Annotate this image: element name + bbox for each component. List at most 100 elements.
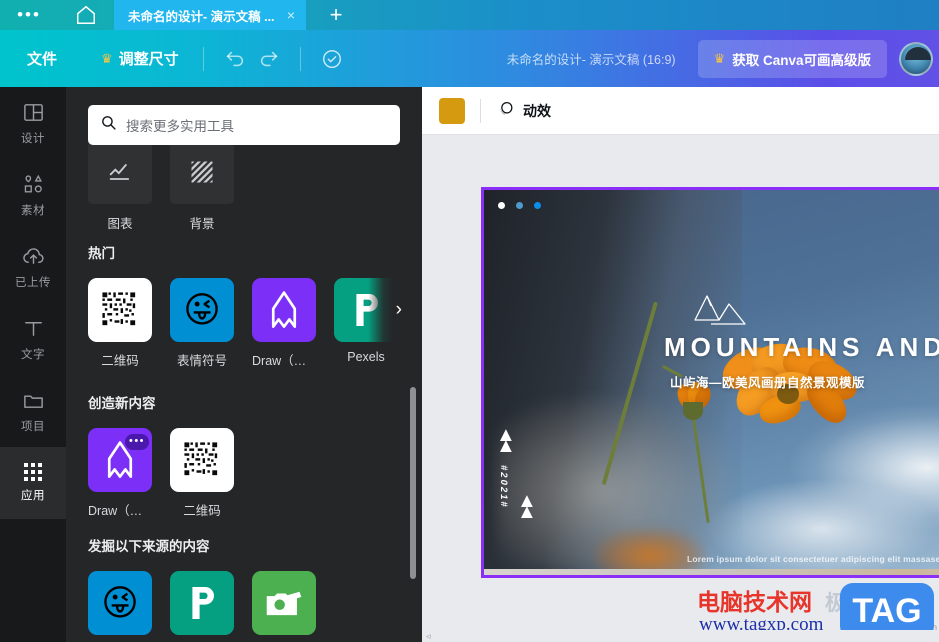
- resize-button[interactable]: ♛ 调整尺寸: [91, 42, 189, 75]
- slide-canvas[interactable]: MOUNTAINS AND 山屿海—欧美风画册自然景观模版 Lorem ipsu…: [481, 187, 939, 578]
- chevron-up-icon: ▲ ▲: [517, 490, 537, 523]
- mountain-icon: [689, 290, 751, 330]
- browser-menu-dots-icon[interactable]: •••: [0, 0, 58, 30]
- search-container: 搜索更多实用工具: [88, 105, 400, 145]
- app-tile-label: 表情符号: [176, 354, 227, 368]
- sidebar-item-label: 已上传: [15, 276, 51, 289]
- file-menu-button[interactable]: 文件: [17, 42, 67, 75]
- section-title: 发掘以下来源的内容: [88, 539, 210, 554]
- app-tile-label: 二维码: [183, 504, 221, 518]
- sidebar-item-design[interactable]: 设计: [0, 87, 66, 159]
- scroll-left-arrow-icon[interactable]: ◃: [426, 631, 431, 642]
- apps-panel: 图表 背景 搜索更多实用工具 热门 二维码 😜 表情符号 Draw（测 Pexe…: [66, 87, 422, 642]
- browser-tab-strip: ••• 未命名的设计- 演示文稿 ... × +: [0, 0, 939, 30]
- tool-tile-background[interactable]: 背景: [170, 140, 234, 232]
- draw-pencil-icon: [252, 278, 316, 342]
- file-menu-label: 文件: [27, 51, 58, 68]
- app-tile-qrcode[interactable]: 二维码: [88, 278, 152, 369]
- emoji-wink-tongue-icon: 😜: [88, 571, 152, 635]
- sidebar-item-uploads[interactable]: 已上传: [0, 231, 66, 303]
- app-tile-draw[interactable]: Draw（测试...: [252, 278, 316, 369]
- avatar[interactable]: [899, 41, 933, 76]
- search-input[interactable]: 搜索更多实用工具: [88, 105, 400, 145]
- app-tile-label: Draw（测...: [88, 504, 152, 518]
- section-title: 热门: [88, 246, 115, 261]
- animate-rings-icon: [496, 99, 516, 122]
- app-tile-label: Draw（测试...: [252, 354, 316, 368]
- panel-cut-tiles-row: 图表 背景: [88, 140, 234, 232]
- animate-button[interactable]: 动效: [496, 99, 551, 122]
- section-popular: 热门 二维码 😜 表情符号 Draw（测 Pexels ›: [88, 242, 402, 369]
- close-icon[interactable]: ×: [284, 7, 298, 23]
- resize-label: 调整尺寸: [118, 51, 179, 68]
- new-tab-button[interactable]: +: [306, 0, 366, 30]
- tool-tile-label: 背景: [189, 217, 215, 231]
- camera-photo-icon: [252, 571, 316, 635]
- sidebar-item-apps[interactable]: 应用: [0, 447, 66, 519]
- app-tile-draw-new[interactable]: ••• Draw（测...: [88, 428, 152, 519]
- grid-apps-icon: [24, 463, 42, 481]
- undo-icon[interactable]: [218, 42, 252, 76]
- carousel-next-button[interactable]: ›: [368, 278, 402, 342]
- qr-code-icon: [170, 428, 234, 492]
- section-create-new-apps: ••• Draw（测... 二维码: [88, 428, 234, 519]
- app-tile-emoji[interactable]: 😜 表情符号: [170, 278, 234, 369]
- canvas-toolbar: 动效: [422, 87, 939, 135]
- document-name[interactable]: 未命名的设计- 演示文稿 (16:9): [507, 49, 676, 68]
- emoji-wink-tongue-icon: 😜: [170, 278, 234, 342]
- crown-icon: ♛: [101, 50, 113, 66]
- app-tile-pixabay-source[interactable]: Pixabay: [252, 571, 316, 642]
- redo-icon[interactable]: [252, 42, 286, 76]
- upgrade-pro-label: 获取 Canva可画高级版: [732, 52, 871, 68]
- sidebar-item-label: 设计: [21, 132, 45, 145]
- draw-pencil-icon: •••: [88, 428, 152, 492]
- upgrade-pro-button[interactable]: ♛ 获取 Canva可画高级版: [697, 39, 887, 78]
- slide-year-tag[interactable]: #2021#: [498, 465, 509, 509]
- section-popular-apps: 二维码 😜 表情符号 Draw（测试...: [88, 278, 402, 369]
- section-title: 创造新内容: [88, 396, 156, 411]
- editor-top-bar: 文件 ♛ 调整尺寸 未命名的设计- 演示文稿 (16:9) ♛ 获取 Canva…: [0, 30, 939, 87]
- color-swatch-button[interactable]: [439, 97, 465, 124]
- more-options-icon[interactable]: •••: [125, 434, 149, 450]
- slide-subtitle[interactable]: 山屿海—欧美风画册自然景观模版: [670, 372, 865, 391]
- browser-tab-active[interactable]: 未命名的设计- 演示文稿 ... ×: [114, 0, 306, 30]
- home-icon[interactable]: [58, 0, 114, 30]
- search-icon: [100, 114, 117, 136]
- qr-code-icon: [88, 278, 152, 342]
- crown-icon: ♛: [713, 50, 726, 66]
- app-tile-label: 二维码: [101, 354, 139, 368]
- search-placeholder: 搜索更多实用工具: [126, 119, 234, 134]
- slide-body-text[interactable]: Lorem ipsum dolor sit consectetuer adipi…: [687, 554, 939, 564]
- canvas-horizontal-scrollbar[interactable]: ◃: [422, 630, 939, 642]
- app-tile-qrcode-new[interactable]: 二维码: [170, 428, 234, 519]
- canvas-area: 动效 MOUNTAINS AND 山屿海—欧美风画册自然景观模版 Lorem i…: [422, 87, 939, 642]
- slide-footer-strip: [484, 569, 939, 575]
- sidebar-item-label: 项目: [21, 420, 45, 433]
- tabstrip-empty-area: [366, 0, 939, 30]
- app-tile-pexels-source[interactable]: Pexels: [170, 571, 234, 642]
- slide-title[interactable]: MOUNTAINS AND: [664, 332, 939, 363]
- animate-label: 动效: [523, 102, 551, 119]
- sidebar-item-label: 应用: [21, 490, 45, 502]
- tool-tile-chart[interactable]: 图表: [88, 140, 152, 232]
- browser-tab-title: 未命名的设计- 演示文稿 ...: [128, 9, 275, 24]
- sidebar-item-label: 素材: [21, 204, 45, 217]
- section-create-new: 创造新内容 ••• Draw（测... 二维码: [88, 392, 234, 519]
- hatch-pattern-icon: [170, 140, 234, 204]
- panel-scrollbar[interactable]: [410, 387, 416, 579]
- slide-decoration-dots: [498, 202, 541, 209]
- toolbar-divider: [480, 98, 481, 123]
- sidebar-item-projects[interactable]: 项目: [0, 375, 66, 447]
- sidebar-item-elements[interactable]: 素材: [0, 159, 66, 231]
- app-tile-emoji-source[interactable]: 😜 表情符号: [88, 571, 152, 642]
- sidebar-item-text[interactable]: 文字: [0, 303, 66, 375]
- canva-editor-window: ••• 未命名的设计- 演示文稿 ... × + 文件 ♛ 调整尺寸 未命名的设…: [0, 0, 939, 642]
- app-tile-label: Pexels: [347, 350, 385, 364]
- section-discover-sources: 发掘以下来源的内容 😜 表情符号 Pexels: [88, 535, 316, 642]
- toolbar-divider: [202, 46, 204, 71]
- chart-line-icon: [88, 140, 152, 204]
- watermark-site-name: 电脑技术网: [697, 589, 812, 615]
- tool-tile-label: 图表: [107, 217, 133, 231]
- pexels-p-icon: [170, 571, 234, 635]
- cloud-check-icon[interactable]: [315, 42, 349, 76]
